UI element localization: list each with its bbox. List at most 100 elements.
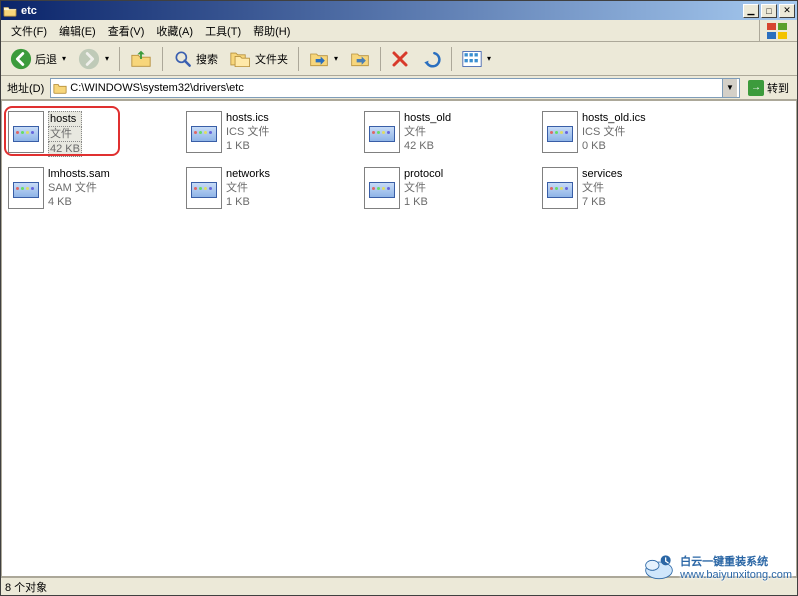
- address-bar: 地址(D) ▼ → 转到: [1, 76, 797, 100]
- file-item[interactable]: hosts_old文件42 KB: [364, 111, 542, 159]
- file-type: 文件: [404, 125, 451, 139]
- file-item[interactable]: lmhosts.samSAM 文件4 KB: [8, 167, 186, 215]
- address-box[interactable]: ▼: [50, 78, 740, 98]
- address-input[interactable]: [70, 82, 722, 94]
- status-text: 8 个对象: [5, 579, 47, 595]
- file-thumbnail-icon: [364, 167, 400, 209]
- folders-button[interactable]: 文件夹: [225, 45, 293, 73]
- go-icon: →: [748, 80, 764, 96]
- file-item[interactable]: services文件7 KB: [542, 167, 720, 215]
- file-type: ICS 文件: [582, 125, 646, 139]
- menu-favorites[interactable]: 收藏(A): [150, 21, 199, 41]
- forward-icon: [78, 48, 100, 70]
- forward-button[interactable]: [73, 45, 114, 73]
- menu-file[interactable]: 文件(F): [5, 21, 53, 41]
- file-name: hosts_old: [404, 111, 451, 125]
- minimize-button[interactable]: ▁: [743, 4, 759, 18]
- move-to-button[interactable]: [304, 45, 343, 73]
- file-name: hosts_old.ics: [582, 111, 646, 125]
- copy-to-icon: [350, 49, 370, 69]
- file-name: networks: [226, 167, 270, 181]
- windows-flag-icon: [759, 20, 795, 41]
- file-type: 文件: [582, 181, 622, 195]
- menu-help[interactable]: 帮助(H): [247, 21, 296, 41]
- file-type: 文件: [48, 126, 82, 142]
- folders-icon: [230, 49, 252, 69]
- file-type: SAM 文件: [48, 181, 110, 195]
- search-icon: [173, 49, 193, 69]
- menubar: 文件(F) 编辑(E) 查看(V) 收藏(A) 工具(T) 帮助(H): [1, 20, 797, 42]
- file-thumbnail-icon: [8, 167, 44, 209]
- window-title: etc: [21, 5, 741, 17]
- undo-button[interactable]: [416, 45, 446, 73]
- move-to-icon: [309, 49, 329, 69]
- toolbar: 后退 搜索 文件夹: [1, 42, 797, 76]
- views-icon: [462, 50, 482, 68]
- file-size: 4 KB: [48, 195, 110, 209]
- copy-to-button[interactable]: [345, 45, 375, 73]
- file-size: 7 KB: [582, 195, 622, 209]
- menu-view[interactable]: 查看(V): [102, 21, 151, 41]
- file-name: lmhosts.sam: [48, 167, 110, 181]
- file-type: 文件: [226, 181, 270, 195]
- file-thumbnail-icon: [364, 111, 400, 153]
- address-dropdown[interactable]: ▼: [722, 79, 737, 97]
- up-folder-icon: [130, 48, 152, 70]
- file-size: 1 KB: [226, 139, 269, 153]
- file-item[interactable]: hosts.icsICS 文件1 KB: [186, 111, 364, 159]
- folders-label: 文件夹: [255, 51, 288, 67]
- file-size: 42 KB: [48, 141, 82, 157]
- separator: [162, 47, 163, 71]
- file-meta: hosts_old.icsICS 文件0 KB: [582, 111, 646, 153]
- file-meta: hosts_old文件42 KB: [404, 111, 451, 153]
- file-list[interactable]: hosts文件42 KBhosts.icsICS 文件1 KBhosts_old…: [1, 100, 797, 577]
- file-meta: hosts.icsICS 文件1 KB: [226, 111, 269, 153]
- views-button[interactable]: [457, 45, 496, 73]
- file-size: 42 KB: [404, 139, 451, 153]
- titlebar[interactable]: etc ▁ □ ✕: [1, 1, 797, 20]
- go-label: 转到: [767, 80, 789, 96]
- file-meta: hosts文件42 KB: [48, 111, 82, 156]
- file-type: ICS 文件: [226, 125, 269, 139]
- file-size: 1 KB: [226, 195, 270, 209]
- back-icon: [10, 48, 32, 70]
- separator: [119, 47, 120, 71]
- file-item[interactable]: hosts_old.icsICS 文件0 KB: [542, 111, 720, 159]
- go-button[interactable]: → 转到: [744, 78, 793, 98]
- file-thumbnail-icon: [186, 111, 222, 153]
- file-thumbnail-icon: [542, 111, 578, 153]
- back-label: 后退: [35, 51, 57, 67]
- file-thumbnail-icon: [186, 167, 222, 209]
- file-item[interactable]: networks文件1 KB: [186, 167, 364, 215]
- file-size: 0 KB: [582, 139, 646, 153]
- folder-icon: [3, 5, 17, 17]
- status-bar: 8 个对象: [1, 577, 797, 595]
- file-name: services: [582, 167, 622, 181]
- file-item[interactable]: hosts文件42 KB: [8, 111, 186, 159]
- maximize-button[interactable]: □: [761, 4, 777, 18]
- menu-tools[interactable]: 工具(T): [199, 21, 247, 41]
- back-button[interactable]: 后退: [5, 45, 71, 73]
- delete-icon: [391, 50, 409, 68]
- folder-icon: [53, 81, 67, 95]
- file-name: protocol: [404, 167, 443, 181]
- file-name: hosts.ics: [226, 111, 269, 125]
- menu-edit[interactable]: 编辑(E): [53, 21, 102, 41]
- search-label: 搜索: [196, 51, 218, 67]
- file-meta: networks文件1 KB: [226, 167, 270, 209]
- file-thumbnail-icon: [8, 111, 44, 153]
- undo-icon: [421, 49, 441, 69]
- file-item[interactable]: protocol文件1 KB: [364, 167, 542, 215]
- search-button[interactable]: 搜索: [168, 45, 223, 73]
- file-size: 1 KB: [404, 195, 443, 209]
- up-button[interactable]: [125, 45, 157, 73]
- file-meta: lmhosts.samSAM 文件4 KB: [48, 167, 110, 209]
- separator: [451, 47, 452, 71]
- file-meta: protocol文件1 KB: [404, 167, 443, 209]
- separator: [298, 47, 299, 71]
- address-label: 地址(D): [5, 80, 46, 96]
- file-meta: services文件7 KB: [582, 167, 622, 209]
- delete-button[interactable]: [386, 45, 414, 73]
- close-button[interactable]: ✕: [779, 4, 795, 18]
- file-name: hosts: [48, 111, 82, 127]
